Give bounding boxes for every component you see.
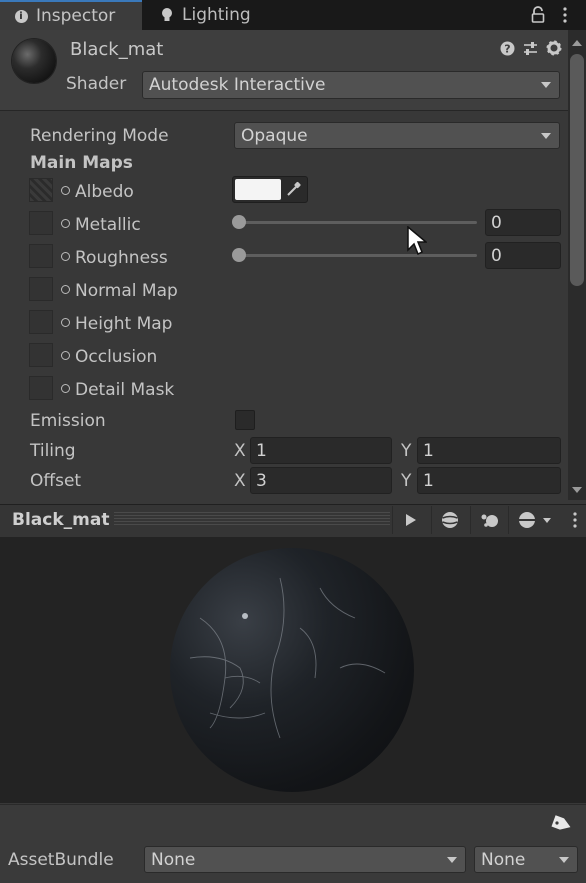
occlusion-texture-slot[interactable]: [29, 343, 53, 367]
offset-x-value: 3: [256, 470, 267, 491]
metallic-texture-slot[interactable]: [29, 211, 53, 235]
offset-y-label: Y: [401, 471, 412, 491]
shader-label: Shader: [66, 74, 127, 94]
texture-picker-icon[interactable]: [61, 186, 70, 195]
tab-inspector[interactable]: i Inspector: [0, 0, 142, 30]
scrollbar-thumb[interactable]: [570, 54, 584, 286]
tab-lighting-label: Lighting: [182, 5, 251, 25]
emission-label: Emission: [30, 411, 106, 431]
info-icon: i: [14, 9, 28, 23]
roughness-slider-thumb[interactable]: [232, 248, 246, 262]
roughness-value: 0: [491, 245, 502, 266]
settings-gear-icon[interactable]: [546, 40, 562, 61]
height-map-label: Height Map: [75, 314, 173, 334]
chevron-down-icon: [559, 856, 569, 863]
metallic-slider-track[interactable]: [239, 221, 477, 224]
preview-title: Black_mat: [12, 510, 110, 530]
rendering-mode-label: Rendering Mode: [30, 126, 169, 146]
material-thumbnail: [12, 39, 56, 83]
main-maps-heading: Main Maps: [30, 153, 133, 173]
assetbundle-value: None: [151, 849, 196, 870]
texture-picker-icon[interactable]: [61, 318, 70, 327]
play-icon: [406, 514, 416, 526]
assetbundle-variant-value: None: [481, 849, 526, 870]
scroll-up-arrow-icon[interactable]: [572, 40, 582, 46]
tiling-y-field[interactable]: 1: [417, 437, 561, 464]
texture-picker-icon[interactable]: [61, 351, 70, 360]
material-preview-sphere: [170, 548, 414, 792]
offset-label: Offset: [30, 471, 82, 491]
preview-mesh-button[interactable]: [431, 506, 468, 534]
preview-lighting-button[interactable]: [470, 506, 507, 534]
chevron-down-icon: [541, 82, 551, 88]
lightbulb-icon: [160, 8, 174, 22]
offset-y-field[interactable]: 1: [417, 467, 561, 494]
texture-picker-icon[interactable]: [61, 252, 70, 261]
roughness-texture-slot[interactable]: [29, 244, 53, 268]
texture-picker-icon[interactable]: [61, 384, 70, 393]
tiling-x-value: 1: [256, 440, 267, 461]
roughness-label: Roughness: [75, 248, 168, 268]
albedo-label: Albedo: [75, 182, 134, 202]
tiling-y-label: Y: [401, 441, 412, 461]
sphere-icon: [518, 512, 535, 528]
preview-drag-handle[interactable]: [114, 512, 390, 526]
albedo-texture-slot[interactable]: [29, 178, 53, 202]
sphere-icon: [442, 512, 458, 528]
occlusion-label: Occlusion: [75, 347, 158, 367]
texture-picker-icon[interactable]: [61, 219, 70, 228]
texture-picker-icon[interactable]: [61, 285, 70, 294]
play-button[interactable]: [392, 506, 429, 534]
label-tag-icon[interactable]: [551, 815, 573, 838]
roughness-value-field[interactable]: 0: [485, 242, 561, 269]
lock-icon[interactable]: [531, 6, 545, 28]
preview-background-dropdown[interactable]: [508, 506, 559, 534]
metallic-value-field[interactable]: 0: [485, 209, 561, 236]
height-map-texture-slot[interactable]: [29, 310, 53, 334]
tiling-y-value: 1: [423, 440, 434, 461]
offset-x-label: X: [234, 471, 246, 491]
emission-checkbox[interactable]: [235, 410, 255, 430]
shader-dropdown-value: Autodesk Interactive: [149, 75, 326, 95]
more-options-icon[interactable]: [562, 7, 568, 28]
help-icon[interactable]: ?: [500, 41, 515, 61]
eyedropper-icon[interactable]: [286, 181, 302, 202]
assetbundle-variant-dropdown[interactable]: None: [474, 846, 578, 873]
rendering-mode-value: Opaque: [241, 125, 308, 146]
assetbundle-label: AssetBundle: [8, 850, 114, 870]
chevron-down-icon: [447, 856, 457, 863]
lights-icon: [481, 514, 498, 527]
preview-more-options-icon[interactable]: [572, 512, 578, 533]
normal-map-texture-slot[interactable]: [29, 277, 53, 301]
tiling-x-field[interactable]: 1: [250, 437, 392, 464]
chevron-down-icon: [542, 517, 551, 523]
mouse-cursor-icon: [407, 225, 429, 261]
scroll-down-arrow-icon[interactable]: [572, 487, 582, 493]
preset-icon[interactable]: [523, 41, 538, 61]
material-name: Black_mat: [70, 39, 164, 60]
albedo-color-swatch: [235, 179, 281, 200]
tab-inspector-label: Inspector: [36, 6, 116, 26]
roughness-slider-track[interactable]: [239, 254, 477, 257]
tab-lighting[interactable]: Lighting: [158, 0, 318, 30]
metallic-slider-thumb[interactable]: [232, 215, 246, 229]
chevron-down-icon: [541, 132, 551, 139]
metallic-value: 0: [491, 212, 502, 233]
shader-dropdown[interactable]: Autodesk Interactive: [142, 71, 560, 99]
assetbundle-dropdown[interactable]: None: [144, 846, 466, 873]
offset-y-value: 1: [423, 470, 434, 491]
metallic-label: Metallic: [75, 215, 141, 235]
tiling-label: Tiling: [30, 441, 76, 461]
tiling-x-label: X: [234, 441, 246, 461]
detail-mask-texture-slot[interactable]: [29, 376, 53, 400]
detail-mask-label: Detail Mask: [75, 380, 175, 400]
svg-text:?: ?: [504, 43, 510, 56]
normal-map-label: Normal Map: [75, 281, 178, 301]
offset-x-field[interactable]: 3: [250, 467, 392, 494]
rendering-mode-dropdown[interactable]: Opaque: [234, 122, 560, 149]
albedo-color-field[interactable]: [232, 176, 308, 203]
